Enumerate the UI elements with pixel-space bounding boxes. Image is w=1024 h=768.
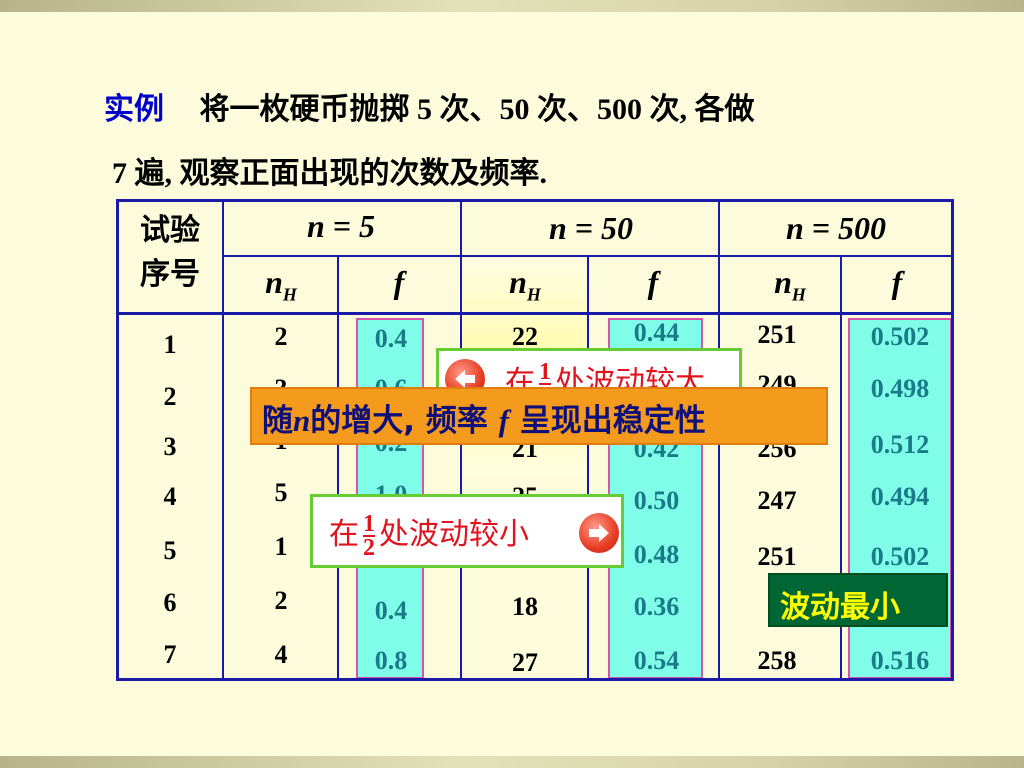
n500-nH-cell: 251	[757, 542, 797, 571]
intro-text-1: 将一枚硬币抛掷 5 次、50 次、500 次, 各做	[199, 93, 755, 126]
fraction-half-2: 12	[363, 510, 375, 561]
n500-f-cell: 0.498	[870, 374, 930, 403]
example-label: 实例	[104, 93, 164, 126]
n500-nH-cell: 258	[757, 646, 797, 675]
sub-header-f-3: f	[891, 264, 903, 300]
n500-nH-cell: 247	[757, 486, 797, 515]
sub-header-f-2: f	[647, 264, 659, 300]
min-fluctuation-tag: 波动最小	[768, 573, 948, 627]
n5-nH-cell: 4	[274, 640, 288, 669]
n5-nH-cell: 2	[274, 586, 288, 615]
popup-small-suffix: 处波动较小	[379, 517, 529, 552]
sub-header-nH-1: nH	[265, 264, 297, 305]
n5-nH-cell: 2	[274, 322, 288, 351]
n50-f-cell: 0.44	[633, 318, 680, 347]
trial-number: 2	[163, 382, 177, 411]
n50-f-cell: 0.54	[633, 646, 680, 675]
trial-number: 7	[163, 640, 177, 669]
n500-f-cell: 0.502	[870, 322, 930, 351]
trial-number: 1	[163, 330, 177, 359]
popup-small-fluctuation: 在 1 2 处波动较小	[310, 494, 624, 568]
arrow-right-icon[interactable]	[579, 513, 619, 553]
n50-f-cell: 0.36	[633, 592, 680, 621]
group-header-n5: n = 5	[306, 208, 376, 244]
bottom-band	[0, 756, 1024, 768]
trial-number: 4	[163, 482, 177, 511]
trial-number: 3	[163, 432, 177, 461]
row-header-line2: 序号	[140, 257, 200, 292]
sub-header-nH-2: nH	[509, 264, 541, 305]
n5-f-cell: 0.8	[374, 646, 408, 675]
n500-f-cell: 0.502	[870, 542, 930, 571]
popup-small-prefix: 在	[329, 517, 359, 552]
sub-header-f-1: f	[393, 264, 405, 300]
n50-nH-cell: 18	[512, 592, 538, 621]
n500-f-cell: 0.512	[870, 430, 930, 459]
top-band	[0, 0, 1024, 12]
intro-line-1: 实例 将一枚硬币抛掷 5 次、50 次、500 次, 各做	[104, 84, 755, 128]
stability-banner: 随n的增大, 频率 f 呈现出稳定性	[250, 387, 828, 445]
n500-nH-cell: 251	[757, 320, 797, 349]
group-header-n50: n = 50	[548, 210, 634, 246]
n500-f-cell: 0.516	[870, 646, 930, 675]
n5-f-cell: 0.4	[374, 596, 408, 625]
intro-line-2: 7 遍, 观察正面出现的次数及频率.	[112, 157, 547, 190]
group-header-n500: n = 500	[785, 210, 887, 246]
row-header-line1: 试验	[140, 213, 200, 248]
sub-header-nH-3: nH	[774, 264, 806, 305]
trial-number: 5	[163, 536, 177, 565]
n50-nH-cell: 27	[512, 648, 538, 677]
trial-number: 6	[163, 588, 177, 617]
n5-f-cell: 0.4	[374, 324, 408, 353]
n500-f-cell: 0.494	[870, 482, 930, 511]
